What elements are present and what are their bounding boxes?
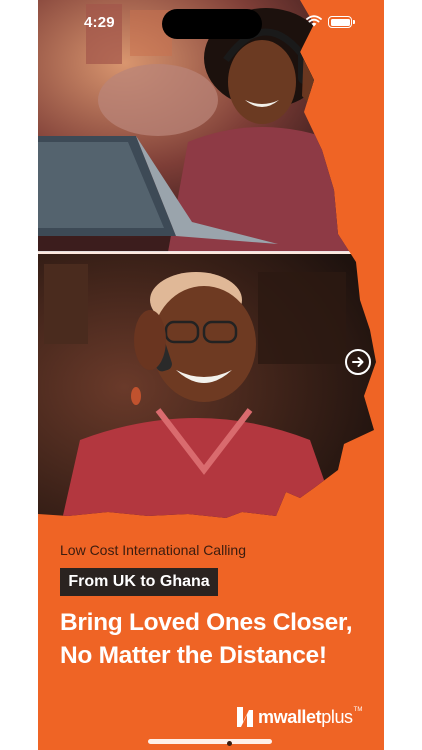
home-indicator bbox=[148, 739, 272, 744]
brand-name-bold: mwallet bbox=[258, 706, 322, 727]
subtitle: Low Cost International Calling bbox=[60, 542, 246, 558]
hero-photo-collage bbox=[38, 0, 384, 520]
status-time: 4:29 bbox=[84, 14, 115, 31]
arrow-right-icon bbox=[352, 357, 364, 367]
brand-logo: mwalletplus TM bbox=[235, 703, 362, 731]
headline-line-1: Bring Loved Ones Closer, bbox=[60, 609, 353, 636]
brand-name-light: plus bbox=[321, 706, 353, 727]
photo-elderly-woman-on-phone bbox=[38, 254, 376, 518]
headline-line-2: No Matter the Distance! bbox=[60, 642, 327, 669]
wifi-icon bbox=[306, 15, 322, 27]
app-screenshot: 4:29 Low Cost International Calling From… bbox=[0, 0, 422, 750]
headline: Bring Loved Ones Closer, No Matter the D… bbox=[60, 606, 380, 672]
battery-icon bbox=[328, 16, 355, 28]
next-button[interactable] bbox=[345, 349, 371, 375]
status-bar: 4:29 bbox=[38, 0, 384, 44]
brand-mark-icon bbox=[237, 707, 253, 727]
page-indicator-dot bbox=[227, 741, 232, 746]
brand-trademark: TM bbox=[353, 707, 363, 713]
dynamic-island bbox=[162, 9, 262, 39]
onboarding-screen: 4:29 Low Cost International Calling From… bbox=[38, 0, 384, 750]
brand-name: mwalletplus bbox=[258, 707, 353, 728]
route-badge: From UK to Ghana bbox=[60, 568, 218, 596]
